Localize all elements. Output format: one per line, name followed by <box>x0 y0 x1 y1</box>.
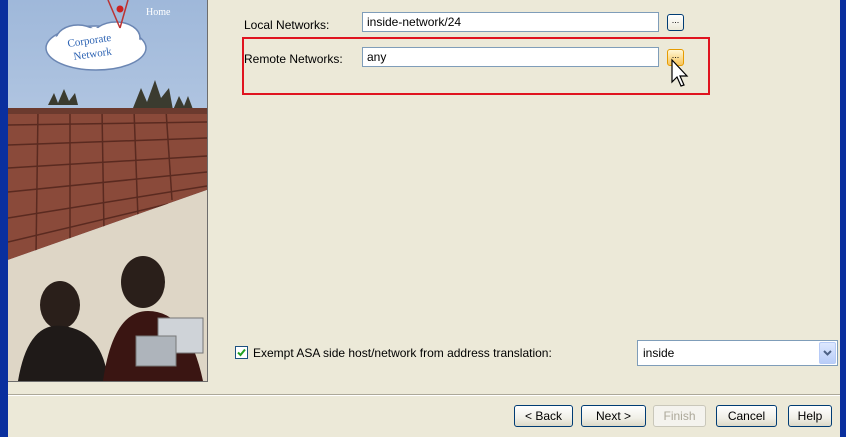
cancel-button[interactable]: Cancel <box>716 405 777 427</box>
interface-select[interactable]: inside <box>637 340 838 366</box>
dropdown-button[interactable] <box>819 342 836 364</box>
wizard-illustration: Home Corporate Network <box>8 0 208 382</box>
highlight-box <box>242 37 710 95</box>
cursor-arrow-icon <box>671 58 689 87</box>
chevron-down-icon <box>823 350 832 356</box>
home-label: Home <box>146 7 171 18</box>
separator-highlight <box>8 395 840 396</box>
person-2 <box>121 256 165 308</box>
exempt-label: Exempt ASA side host/network from addres… <box>253 346 552 360</box>
checkmark-icon <box>237 348 246 357</box>
exempt-checkbox[interactable] <box>235 346 248 359</box>
person-1 <box>40 281 80 329</box>
next-button[interactable]: Next > <box>581 405 646 427</box>
back-button[interactable]: < Back <box>514 405 573 427</box>
local-networks-field[interactable]: inside-network/24 <box>362 12 659 32</box>
local-networks-browse-button[interactable]: ... <box>667 14 684 31</box>
window-frame-left <box>0 0 8 437</box>
interface-select-value: inside <box>643 346 675 360</box>
help-button[interactable]: Help <box>788 405 832 427</box>
finish-button[interactable]: Finish <box>653 405 706 427</box>
window-frame-right <box>840 0 846 437</box>
local-networks-label: Local Networks: <box>244 18 330 32</box>
